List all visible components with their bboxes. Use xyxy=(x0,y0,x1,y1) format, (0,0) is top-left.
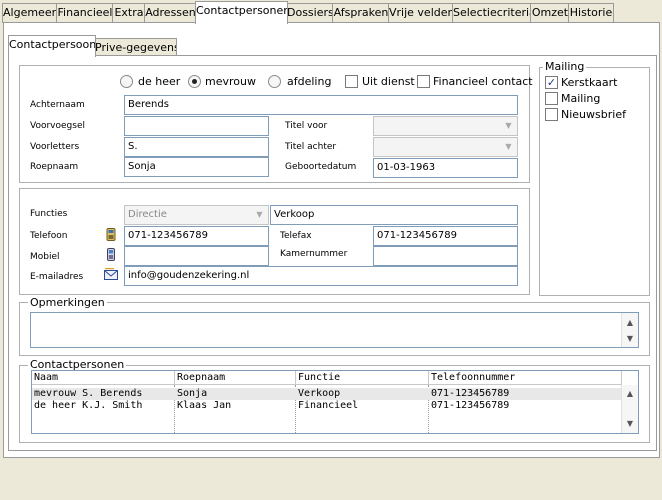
row-functie: Financieel xyxy=(298,400,359,411)
radio-de-heer-label: de heer xyxy=(138,75,181,88)
geboortedatum-label: Geboortedatum xyxy=(285,162,357,172)
scroll-down-icon[interactable]: ▼ xyxy=(622,417,638,431)
geboortedatum-field[interactable]: 01-03-1963 xyxy=(373,158,518,178)
row-telefoonnummer: 071-123456789 xyxy=(431,388,510,399)
column-header-functie[interactable]: Functie xyxy=(296,371,429,385)
mobiel-label: Mobiel xyxy=(30,252,60,262)
uit-dienst-checkbox[interactable] xyxy=(345,75,358,88)
column-header-telefoonnummer[interactable]: Telefoonnummer xyxy=(429,371,622,385)
kamernummer-label: Kamernummer xyxy=(280,249,348,259)
voorletters-label: Voorletters xyxy=(30,142,80,152)
voorletters-field[interactable]: S. xyxy=(124,137,269,157)
kamernummer-field[interactable] xyxy=(373,246,518,266)
row-naam: de heer K.J. Smith xyxy=(34,400,143,411)
scroll-up-icon[interactable]: ▲ xyxy=(622,316,638,330)
titel-achter-label: Titel achter xyxy=(285,142,337,152)
tab-selectiecriteria[interactable]: Selectiecriteria xyxy=(452,3,532,23)
chevron-down-icon[interactable]: ▼ xyxy=(500,117,517,135)
tab-omzet[interactable]: Omzet xyxy=(530,3,570,23)
row-telefoonnummer: 071-123456789 xyxy=(431,400,510,411)
mailing-checkbox[interactable] xyxy=(545,92,558,105)
roepnaam-label: Roepnaam xyxy=(30,162,79,172)
row-roepnaam: Klaas Jan xyxy=(177,400,232,411)
tab-dossiers[interactable]: Dossiers xyxy=(286,3,334,23)
radio-de-heer[interactable] xyxy=(120,75,133,88)
opmerkingen-title: Opmerkingen xyxy=(28,296,107,309)
email-icon[interactable] xyxy=(104,268,118,281)
tab-vrije-velden[interactable]: Vrije velden xyxy=(388,3,454,23)
voorvoegsel-field[interactable] xyxy=(124,116,269,136)
achternaam-label: Achternaam xyxy=(30,100,85,110)
contactpersonen-scrollbar[interactable]: ▲ ▼ xyxy=(621,385,638,433)
telefoon-label: Telefoon xyxy=(30,231,68,241)
row-roepnaam: Sonja xyxy=(177,388,208,399)
roepnaam-field[interactable]: Sonja xyxy=(124,157,269,177)
tab-historie[interactable]: Historie xyxy=(568,3,614,23)
row-naam: mevrouw S. Berends xyxy=(34,388,143,399)
tab-financieel[interactable]: Financieel xyxy=(56,3,114,23)
achternaam-field[interactable]: Berends xyxy=(124,95,518,115)
email-label: E-mailadres xyxy=(30,272,84,282)
mailing-label: Mailing xyxy=(561,92,601,105)
functie-select[interactable]: Directie ▼ xyxy=(124,205,269,225)
tab-contactpersonen[interactable]: Contactpersonen xyxy=(195,1,288,24)
tab-algemeen[interactable]: Algemeen xyxy=(2,3,58,23)
scroll-up-icon[interactable]: ▲ xyxy=(622,387,638,401)
column-header-naam[interactable]: Naam xyxy=(32,371,175,385)
titel-achter-select[interactable]: ▼ xyxy=(373,137,518,157)
chevron-down-icon[interactable]: ▼ xyxy=(500,138,517,156)
table-row[interactable]: de heer K.J. Smith Klaas Jan Financieel … xyxy=(32,400,622,412)
voorvoegsel-label: Voorvoegsel xyxy=(30,121,85,131)
financieel-contact-checkbox[interactable] xyxy=(417,75,430,88)
opmerkingen-scrollbar[interactable]: ▲ ▼ xyxy=(621,313,638,347)
row-functie: Verkoop xyxy=(298,388,341,399)
phone-icon[interactable] xyxy=(105,228,117,241)
mobile-phone-icon[interactable] xyxy=(105,248,117,261)
nieuwsbrief-label: Nieuwsbrief xyxy=(561,108,626,121)
functie-value: Directie xyxy=(128,209,167,220)
radio-afdeling[interactable] xyxy=(268,75,281,88)
nieuwsbrief-checkbox[interactable] xyxy=(545,108,558,121)
functie-extra-field[interactable]: Verkoop xyxy=(270,205,518,225)
radio-mevrouw-label: mevrouw xyxy=(205,75,256,88)
tab-adressen[interactable]: Adressen xyxy=(144,3,197,23)
functies-label: Functies xyxy=(30,209,68,219)
subtab-contactpersoon[interactable]: Contactpersoon xyxy=(8,35,96,57)
tab-afspraken[interactable]: Afspraken xyxy=(332,3,390,23)
opmerkingen-textarea[interactable]: ▲ ▼ xyxy=(30,312,639,348)
radio-mevrouw[interactable] xyxy=(188,75,201,88)
scroll-down-icon[interactable]: ▼ xyxy=(622,332,638,346)
contactpersonen-table[interactable]: Naam Roepnaam Functie Telefoonnummer mev… xyxy=(31,370,639,434)
chevron-down-icon[interactable]: ▼ xyxy=(251,206,268,224)
mailing-title: Mailing xyxy=(543,60,587,73)
titel-voor-select[interactable]: ▼ xyxy=(373,116,518,136)
column-header-roepnaam[interactable]: Roepnaam xyxy=(175,371,296,385)
telefax-field[interactable]: 071-123456789 xyxy=(373,226,518,246)
kerstkaart-checkbox[interactable]: ✓ xyxy=(545,76,558,89)
titel-voor-label: Titel voor xyxy=(285,121,328,131)
table-row[interactable]: mevrouw S. Berends Sonja Verkoop 071-123… xyxy=(32,388,622,400)
email-field[interactable]: info@goudenzekering.nl xyxy=(124,266,518,286)
mobiel-field[interactable] xyxy=(124,246,269,266)
uit-dienst-label: Uit dienst xyxy=(362,75,415,88)
radio-afdeling-label: afdeling xyxy=(287,75,332,88)
kerstkaart-label: Kerstkaart xyxy=(561,76,618,89)
telefax-label: Telefax xyxy=(280,231,312,241)
tab-extra[interactable]: Extra xyxy=(112,3,146,23)
telefoon-field[interactable]: 071-123456789 xyxy=(124,226,269,246)
financieel-contact-label: Financieel contact xyxy=(433,75,533,88)
